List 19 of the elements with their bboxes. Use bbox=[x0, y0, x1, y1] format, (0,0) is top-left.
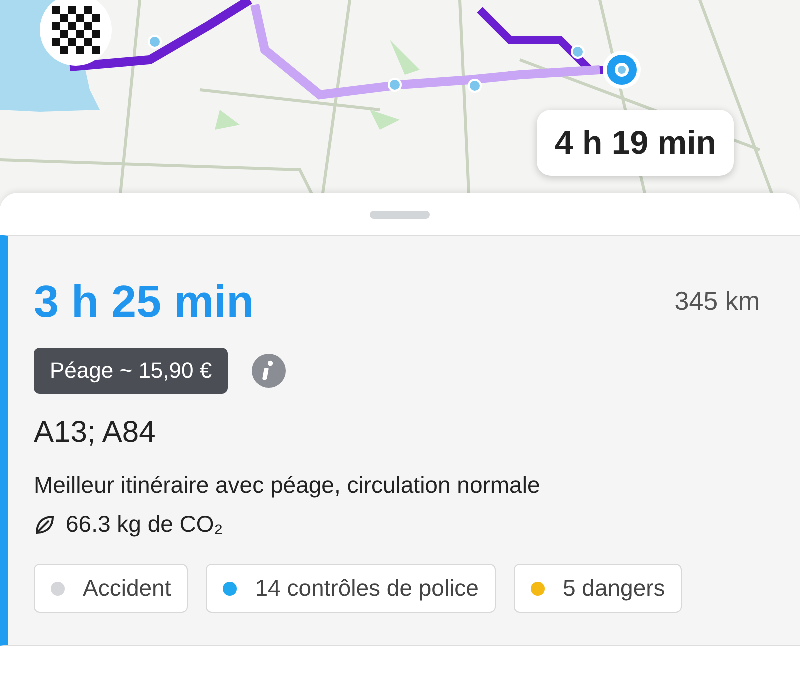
checkered-flag-icon[interactable] bbox=[38, 0, 114, 68]
route-description: Meilleur itinéraire avec péage, circulation normale bbox=[34, 472, 542, 499]
alert-tag[interactable]: 5 dangers bbox=[514, 564, 682, 613]
info-icon[interactable] bbox=[252, 354, 286, 388]
tag-label: 14 contrôles de police bbox=[255, 575, 479, 602]
alert-tag[interactable]: Accident bbox=[34, 564, 188, 613]
route-card[interactable]: 3 h 25 min 345 km Péage ~ 15,90 € A13; A84 Meilleur itinéraire avec péage, circulation normale 66.3 kg de CO₂ Accident 14 contrôles de police 5 dangers bbox=[0, 235, 800, 646]
route-roads: A13; A84 bbox=[34, 416, 157, 450]
co2-emissions: 66.3 kg de CO₂ bbox=[66, 511, 224, 538]
tag-label: Accident bbox=[83, 575, 172, 602]
alert-tag[interactable]: 14 contrôles de police bbox=[206, 564, 496, 613]
location-marker-icon[interactable] bbox=[602, 50, 642, 90]
route-distance: 345 km bbox=[674, 286, 760, 317]
tag-label: 5 dangers bbox=[562, 575, 666, 602]
route-duration: 3 h 25 min bbox=[34, 276, 254, 328]
leaf-icon bbox=[34, 514, 56, 536]
route-time-callout[interactable]: 4 h 19 min bbox=[537, 110, 734, 176]
toll-price: Péage ~ 15,90 € bbox=[34, 348, 228, 394]
drag-handle[interactable] bbox=[370, 211, 430, 219]
